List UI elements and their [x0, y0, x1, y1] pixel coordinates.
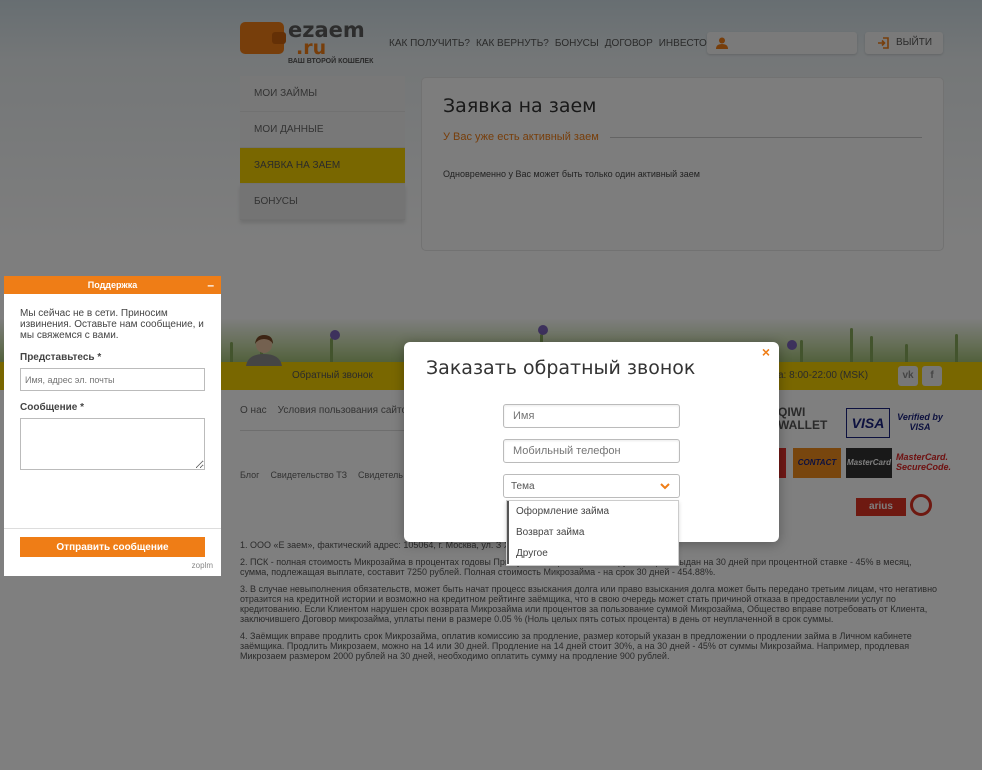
chevron-down-icon [660, 483, 670, 490]
support-chat-widget: Поддержка – Мы сейчас не в сети. Приноси… [4, 276, 221, 576]
chat-message-textarea[interactable] [20, 418, 205, 470]
divider [4, 528, 221, 529]
chat-brand[interactable]: zoplm [192, 561, 213, 570]
phone-input[interactable] [503, 439, 680, 463]
name-label: Представьтесь * [20, 352, 102, 363]
topic-option-loan[interactable]: Оформление займа [507, 501, 678, 522]
topic-dropdown: Оформление займа Возврат займа Другое [506, 500, 679, 566]
close-icon[interactable]: × [759, 345, 773, 359]
chat-header[interactable]: Поддержка – [4, 276, 221, 294]
name-input[interactable] [503, 404, 680, 428]
minimize-icon[interactable]: – [207, 276, 214, 294]
topic-option-other[interactable]: Другое [507, 543, 678, 564]
topic-select-value: Тема [511, 481, 535, 492]
topic-select[interactable]: Тема [503, 474, 680, 498]
modal-title: Заказать обратный звонок [426, 357, 696, 379]
send-message-button[interactable]: Отправить сообщение [20, 537, 205, 557]
message-label: Сообщение * [20, 402, 85, 413]
chat-offline-message: Мы сейчас не в сети. Приносим извинения.… [20, 308, 204, 341]
chat-name-input[interactable] [20, 368, 205, 391]
chat-title: Поддержка [87, 280, 138, 290]
topic-option-return[interactable]: Возврат займа [507, 522, 678, 543]
